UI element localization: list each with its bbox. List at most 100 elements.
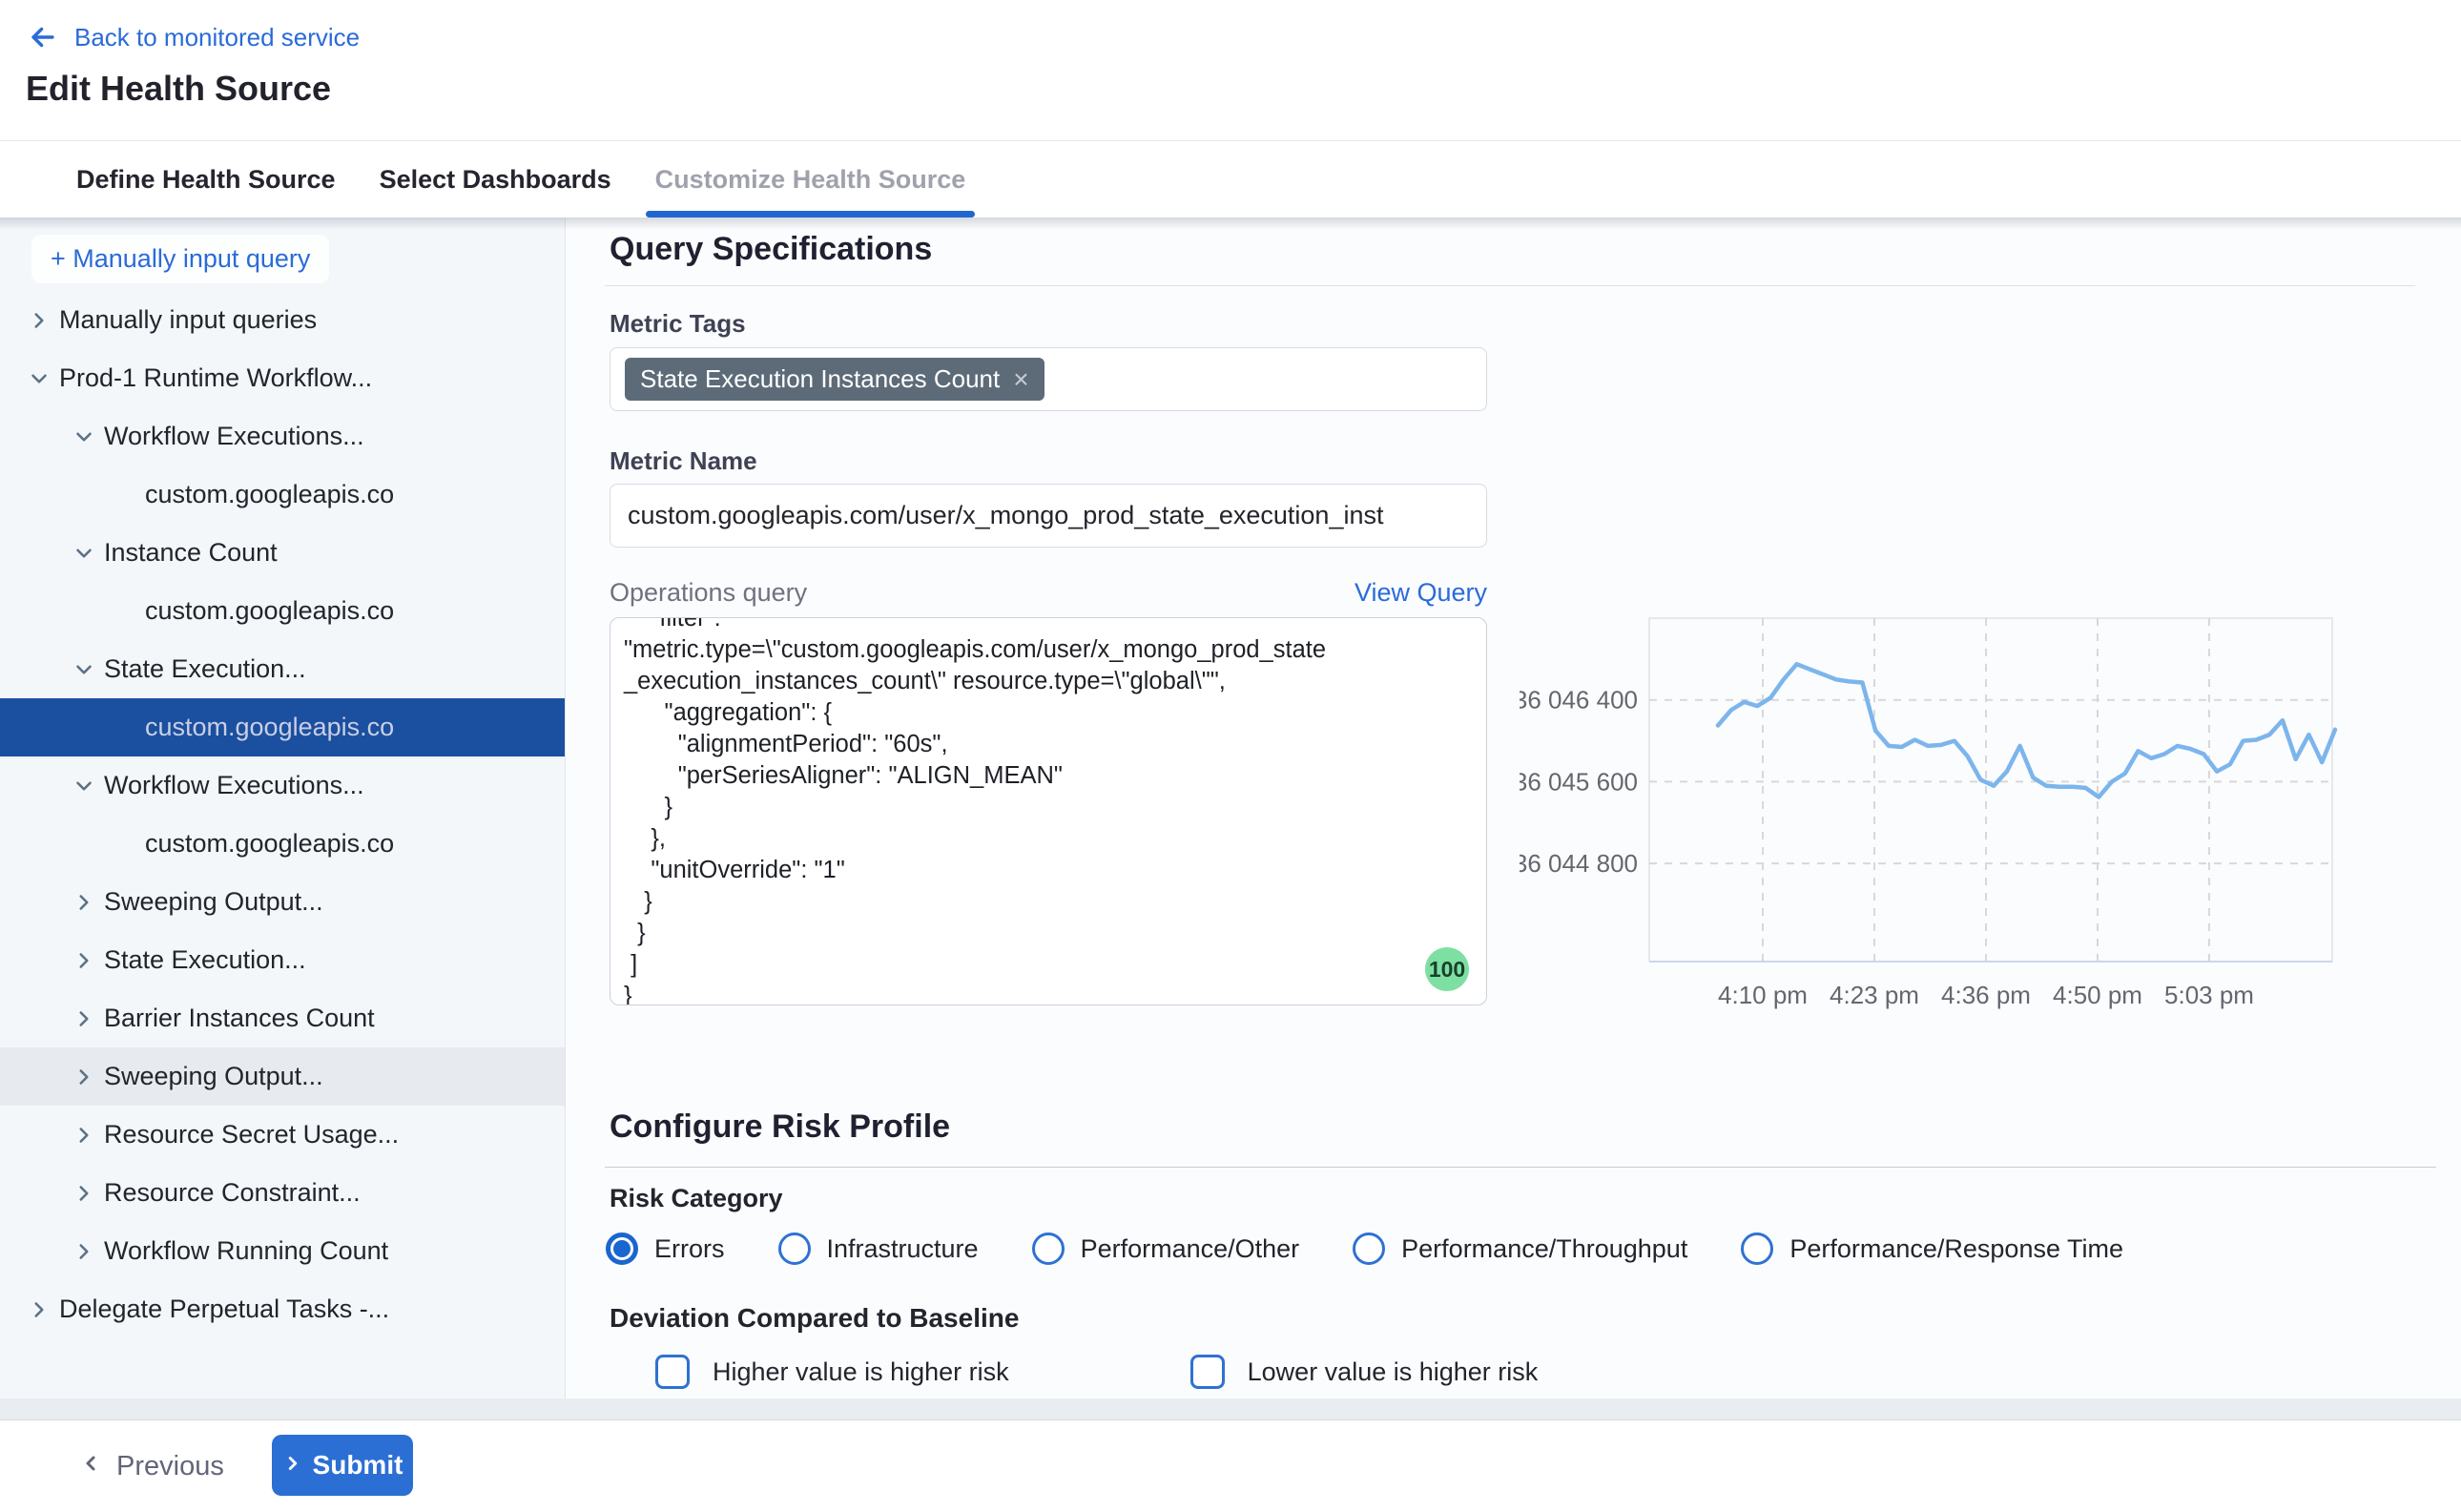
chevron-down-icon[interactable] [72, 541, 104, 566]
checkbox-icon[interactable] [1190, 1355, 1225, 1389]
tree-item-label: custom.googleapis.co [145, 480, 394, 509]
tree-item-sweeping-output[interactable]: Sweeping Output... [0, 1047, 565, 1106]
tree-item-sweeping-output[interactable]: Sweeping Output... [0, 873, 565, 931]
tree-item-workflow-executions[interactable]: Workflow Executions... [0, 756, 565, 815]
tree-item-label: Sweeping Output... [104, 1062, 323, 1091]
back-to-monitored-service-link[interactable]: Back to monitored service [27, 21, 360, 53]
tree-item-instance-count[interactable]: Instance Count [0, 524, 565, 582]
risk-radio-errors[interactable]: Errors [606, 1232, 725, 1265]
svg-text:36 044 800: 36 044 800 [1520, 849, 1638, 878]
chevron-right-icon[interactable] [72, 1065, 104, 1089]
chevron-down-icon[interactable] [72, 657, 104, 682]
deviation-checkbox-higher-value-is-higher-risk[interactable]: Higher value is higher risk [655, 1355, 1009, 1389]
chevron-right-icon[interactable] [27, 1297, 59, 1322]
metric-tags-label: Metric Tags [610, 309, 746, 339]
metric-name-input[interactable] [610, 484, 1487, 548]
radio-icon[interactable] [778, 1232, 811, 1265]
svg-text:36 045 600: 36 045 600 [1520, 767, 1638, 796]
tab-define-health-source[interactable]: Define Health Source [76, 141, 336, 217]
tree-item-custom-googleapis-co[interactable]: custom.googleapis.co [0, 698, 565, 756]
metric-tags-input[interactable]: State Execution Instances Count × [610, 347, 1487, 411]
risk-radio-label: Performance/Other [1081, 1234, 1300, 1264]
tree-item-custom-googleapis-co[interactable]: custom.googleapis.co [0, 466, 565, 524]
back-link-label: Back to monitored service [74, 23, 360, 52]
deviation-checkbox-label: Lower value is higher risk [1248, 1357, 1539, 1387]
metric-tag-chip-label: State Execution Instances Count [640, 364, 1000, 394]
tree-item-label: Resource Secret Usage... [104, 1120, 399, 1150]
chevron-right-icon[interactable] [72, 1239, 104, 1264]
risk-category-radio-group: Errors Infrastructure Performance/Other Per… [606, 1224, 2123, 1274]
risk-radio-label: Infrastructure [827, 1234, 979, 1264]
remove-tag-icon[interactable]: × [1013, 366, 1028, 393]
deviation-baseline-label: Deviation Compared to Baseline [610, 1303, 1019, 1334]
chevron-right-icon[interactable] [72, 1181, 104, 1206]
tree-item-workflow-executions[interactable]: Workflow Executions... [0, 407, 565, 466]
metric-line-chart: 36 046 40036 045 60036 044 8004:10 pm4:2… [1520, 613, 2388, 1067]
tree-item-label: Delegate Perpetual Tasks -... [59, 1295, 389, 1324]
tree-item-prod-1-runtime-workflow[interactable]: Prod-1 Runtime Workflow... [0, 349, 565, 407]
tree-item-resource-secret-usage[interactable]: Resource Secret Usage... [0, 1106, 565, 1164]
operations-query-code: "filter": "metric.type=\"custom.googleap… [610, 617, 1486, 1005]
tree-item-workflow-running-count[interactable]: Workflow Running Count [0, 1222, 565, 1280]
radio-icon[interactable] [1353, 1232, 1385, 1265]
previous-button[interactable]: Previous [80, 1420, 224, 1512]
tree-item-label: Sweeping Output... [104, 887, 323, 917]
query-specifications-title: Query Specifications [610, 231, 932, 268]
risk-radio-performance-response-time[interactable]: Performance/Response Time [1741, 1232, 2123, 1265]
tree-item-barrier-instances-count[interactable]: Barrier Instances Count [0, 989, 565, 1047]
radio-icon[interactable] [1032, 1232, 1065, 1265]
tree-item-custom-googleapis-co[interactable]: custom.googleapis.co [0, 815, 565, 873]
operations-query-editor[interactable]: "filter": "metric.type=\"custom.googleap… [610, 617, 1487, 1005]
page-title: Edit Health Source [26, 69, 331, 109]
tree-item-label: custom.googleapis.co [145, 829, 394, 859]
tab-select-dashboards[interactable]: Select Dashboards [380, 141, 611, 217]
tree-item-label: Manually input queries [59, 305, 317, 335]
radio-icon[interactable] [1741, 1232, 1773, 1265]
chevron-down-icon[interactable] [27, 366, 59, 391]
tree-item-label: Workflow Running Count [104, 1236, 388, 1266]
chevron-down-icon[interactable] [72, 425, 104, 449]
tree-item-resource-constraint[interactable]: Resource Constraint... [0, 1164, 565, 1222]
submit-button[interactable]: Submit [272, 1435, 413, 1496]
edit-health-source-page: Back to monitored service Edit Health So… [0, 0, 2461, 1511]
tree-item-delegate-perpetual-tasks[interactable]: Delegate Perpetual Tasks -... [0, 1280, 565, 1338]
chevron-right-icon[interactable] [72, 890, 104, 915]
section-divider [605, 285, 2415, 286]
chevron-right-icon [282, 1450, 303, 1481]
records-count-badge: 100 [1425, 947, 1469, 991]
query-tree: Manually input queries Prod-1 Runtime Wor… [0, 291, 565, 1338]
deviation-checkbox-label: Higher value is higher risk [713, 1357, 1009, 1387]
query-tree-sidebar: + Manually input query Manually input qu… [0, 217, 566, 1419]
tree-item-label: Instance Count [104, 538, 278, 568]
chevron-down-icon[interactable] [72, 774, 104, 798]
chevron-right-icon[interactable] [72, 1123, 104, 1148]
manually-input-query-link[interactable]: + Manually input query [31, 235, 329, 283]
risk-radio-infrastructure[interactable]: Infrastructure [778, 1232, 979, 1265]
tree-item-label: Workflow Executions... [104, 771, 364, 800]
tree-item-label: Resource Constraint... [104, 1178, 361, 1208]
tree-item-label: custom.googleapis.co [145, 713, 394, 742]
operations-query-label: Operations query [610, 578, 807, 608]
chevron-right-icon[interactable] [27, 308, 59, 333]
tree-item-state-execution[interactable]: State Execution... [0, 640, 565, 698]
radio-selected-icon[interactable] [606, 1232, 638, 1265]
risk-category-label: Risk Category [610, 1184, 783, 1213]
tree-item-state-execution[interactable]: State Execution... [0, 931, 565, 989]
footer-bar: Previous Submit [0, 1419, 2461, 1511]
svg-text:36 046 400: 36 046 400 [1520, 686, 1638, 715]
tree-item-custom-googleapis-co[interactable]: custom.googleapis.co [0, 582, 565, 640]
back-arrow-icon [27, 21, 59, 53]
tree-item-label: State Execution... [104, 654, 306, 684]
tree-item-manually-input-queries[interactable]: Manually input queries [0, 291, 565, 349]
chevron-right-icon[interactable] [72, 948, 104, 973]
chevron-left-icon [80, 1451, 103, 1482]
tree-item-label: Prod-1 Runtime Workflow... [59, 363, 372, 393]
tab-customize-health-source[interactable]: Customize Health Source [655, 141, 966, 217]
submit-button-label: Submit [313, 1450, 403, 1481]
chevron-right-icon[interactable] [72, 1006, 104, 1031]
deviation-checkbox-lower-value-is-higher-risk[interactable]: Lower value is higher risk [1190, 1355, 1539, 1389]
checkbox-icon[interactable] [655, 1355, 690, 1389]
view-query-link[interactable]: View Query [1355, 578, 1487, 608]
risk-radio-performance-throughput[interactable]: Performance/Throughput [1353, 1232, 1687, 1265]
risk-radio-performance-other[interactable]: Performance/Other [1032, 1232, 1300, 1265]
